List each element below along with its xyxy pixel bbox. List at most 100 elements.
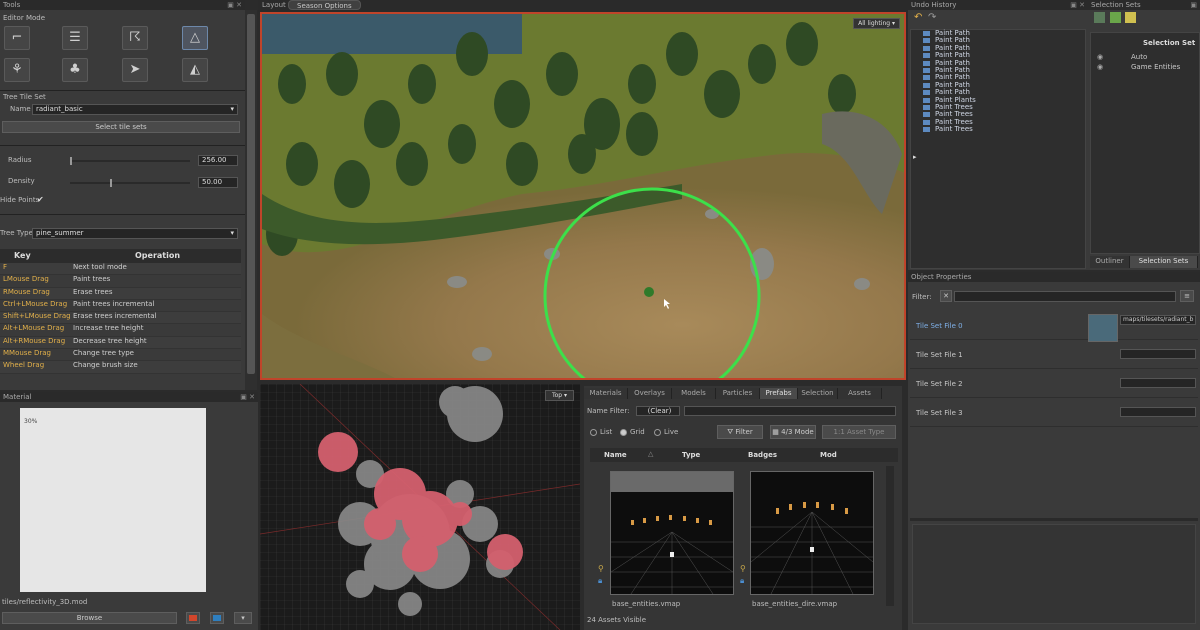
density-slider[interactable] [70, 179, 190, 187]
operation-cell: Increase tree height [73, 324, 144, 333]
terrain-scene[interactable] [262, 14, 906, 380]
redo-icon[interactable]: ↷ [928, 12, 936, 23]
material-color-icon[interactable] [186, 612, 200, 624]
perspective-viewport[interactable]: All lighting ▾ [260, 12, 906, 380]
assets-scrollbar[interactable] [886, 466, 894, 606]
filter-button[interactable]: ⛛ Filter [717, 425, 763, 439]
view-list-radio[interactable] [590, 429, 597, 436]
property-value-field[interactable] [1120, 378, 1196, 388]
tree-paint-tool-button[interactable]: △ [182, 26, 208, 50]
tileset-name-value: radiant_basic [36, 105, 83, 113]
top-view-scene[interactable] [260, 384, 580, 630]
density-slider-handle[interactable] [110, 179, 112, 187]
property-value-field[interactable] [1120, 349, 1196, 359]
asset-tabs: Materials Overlays Models Particles Prefabs S… [584, 388, 902, 400]
panel-close-icon[interactable]: ▣ ✕ [240, 392, 255, 402]
radius-slider-handle[interactable] [70, 157, 72, 165]
properties-thumbnail[interactable] [1088, 314, 1118, 342]
column-name[interactable]: Name [604, 451, 627, 459]
panel-close-icon[interactable]: ▣ ✕ [1070, 0, 1085, 10]
filter-icon: ⛛ [727, 428, 734, 436]
name-filter-input[interactable]: (Clear) [636, 406, 680, 416]
history-title: Undo History [911, 1, 957, 9]
selection-add-icon[interactable] [1094, 12, 1105, 23]
property-row: Tile Set File 0 maps/tilesets/radiant_b [910, 312, 1198, 340]
lighting-dropdown[interactable]: All lighting ▾ [853, 18, 900, 29]
mode-button[interactable]: ▦ 4/3 Mode [770, 425, 816, 439]
tileset-name-select[interactable]: radiant_basic ▾ [32, 104, 238, 115]
top-viewport[interactable]: Top ▾ [260, 384, 580, 630]
asset-tab-prefabs[interactable]: Prefabs [760, 388, 798, 399]
asset-tab-materials[interactable]: Materials [584, 388, 628, 399]
asset-count: 24 Assets Visible [587, 616, 647, 624]
operation-cell: Next tool mode [73, 263, 127, 271]
asset-preview-0 [610, 472, 734, 595]
asset-preview-1 [750, 502, 874, 595]
key-column-header: Key [14, 251, 31, 260]
chevron-down-icon: ▾ [563, 392, 567, 399]
panel-close-icon[interactable]: ▣ [1190, 0, 1197, 10]
operation-cell: Erase trees [73, 287, 113, 296]
selection-item-auto[interactable]: Auto [1131, 53, 1147, 61]
history-item[interactable]: Paint Trees [911, 125, 1085, 133]
undo-icon[interactable]: ↶ [914, 12, 922, 23]
asset-thumbnail-1[interactable] [750, 471, 874, 595]
season-options-button[interactable]: Season Options [288, 0, 361, 10]
material-path: tiles/reflectivity_3D.mod [2, 598, 88, 606]
column-badges[interactable]: Badges [748, 451, 777, 459]
selection-leaf-icon[interactable] [1109, 12, 1121, 23]
tileset-label: Tree Tile Set [3, 93, 46, 101]
operation-column-header: Operation [135, 251, 181, 260]
selection-sets-tab[interactable]: Selection Sets [1130, 256, 1198, 268]
asset-tab-assets[interactable]: Assets [838, 388, 882, 399]
outliner-tab[interactable]: Outliner [1090, 256, 1130, 268]
eye-icon[interactable]: ◉ [1097, 53, 1103, 61]
properties-splitter[interactable] [910, 518, 1198, 521]
asset-thumbnail-0[interactable] [610, 471, 734, 595]
hide-points-checkbox[interactable]: ✔ [37, 195, 46, 204]
layers-tool-button[interactable]: ☰ [62, 26, 88, 50]
material-panel: Material ▣ ✕ 30% tiles/reflectivity_3D.m… [0, 392, 258, 630]
radius-input[interactable]: 256.00 [198, 155, 238, 166]
select-tilesets-button[interactable]: Select tile sets [2, 121, 240, 133]
asset-tab-models[interactable]: Models [672, 388, 716, 399]
editor-mode-label: Editor Mode [3, 14, 46, 22]
eye-icon[interactable]: ◉ [1097, 63, 1103, 71]
density-input[interactable]: 50.00 [198, 177, 238, 188]
property-value-field[interactable] [1120, 407, 1196, 417]
material-link-icon[interactable] [210, 612, 224, 624]
property-row: Tile Set File 3 [910, 399, 1198, 427]
asset-tab-particles[interactable]: Particles [716, 388, 760, 399]
properties-settings-icon[interactable]: ≡ [1180, 290, 1194, 302]
browse-button[interactable]: Browse [2, 612, 177, 624]
aspect-button[interactable]: 1:1 Asset Type [822, 425, 896, 439]
select-tool-button[interactable]: ➤ [122, 58, 148, 82]
sculpt-tool-button[interactable]: ☈ [122, 26, 148, 50]
tools-scrollbar-track[interactable] [245, 10, 257, 390]
selection-item-entities[interactable]: Game Entities [1131, 63, 1180, 71]
name-filter-field[interactable] [684, 406, 896, 416]
plant-tool-button[interactable]: ⚘ [4, 58, 30, 82]
filter-clear-icon[interactable]: ✕ [940, 290, 952, 302]
properties-filter-input[interactable] [954, 291, 1176, 302]
property-value-field[interactable]: maps/tilesets/radiant_b [1120, 315, 1196, 325]
tools-scrollbar-thumb[interactable] [247, 14, 255, 374]
panel-close-icon[interactable]: ▣ ✕ [227, 0, 242, 10]
column-type[interactable]: Type [682, 451, 700, 459]
hide-points-label: Hide Points [0, 196, 40, 204]
table-row: Alt+RMouse Drag Decrease tree height [0, 336, 241, 350]
path-tool-button[interactable]: ⌐ [4, 26, 30, 50]
property-label: Tile Set File 2 [916, 380, 963, 388]
radius-slider[interactable] [70, 157, 190, 165]
top-view-dropdown[interactable]: Top ▾ [544, 390, 574, 401]
tree-type-select[interactable]: pine_summer ▾ [32, 228, 238, 239]
material-chevron-down-icon[interactable]: ▾ [234, 612, 252, 624]
asset-tab-selection[interactable]: Selection [798, 388, 838, 399]
asset-tab-overlays[interactable]: Overlays [628, 388, 672, 399]
column-mod[interactable]: Mod [820, 451, 837, 459]
tree-tool-button[interactable]: ♣ [62, 58, 88, 82]
shape-tool-button[interactable]: ◭ [182, 58, 208, 82]
view-live-radio[interactable] [654, 429, 661, 436]
selection-star-icon[interactable] [1125, 12, 1137, 23]
view-grid-radio[interactable] [620, 429, 627, 436]
